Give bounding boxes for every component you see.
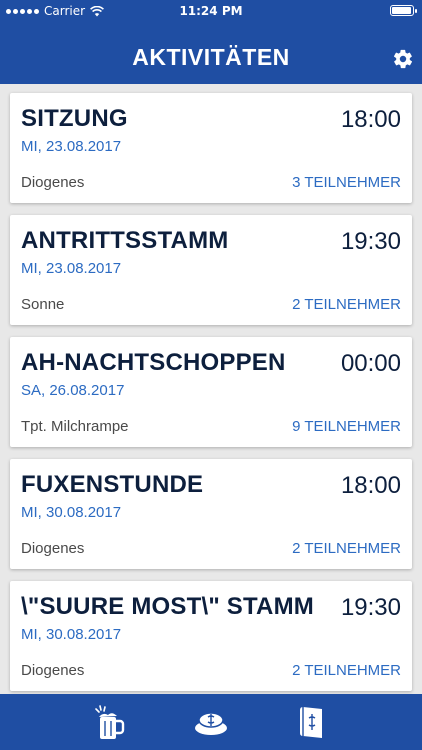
activity-time: 18:00 — [340, 472, 401, 499]
activity-card[interactable]: ANTRITTSSTAMM 19:30 MI, 23.08.2017 Sonne… — [10, 215, 412, 325]
activity-time: 19:30 — [340, 594, 401, 621]
activity-date: MI, 23.08.2017 — [21, 138, 122, 155]
activity-location: Diogenes — [21, 540, 85, 557]
activity-time: 18:00 — [340, 106, 401, 133]
activity-location: Diogenes — [21, 174, 85, 191]
student-cap-icon[interactable] — [191, 704, 231, 742]
participants-link[interactable]: 2 TEILNEHMER — [292, 540, 401, 557]
activity-date: MI, 30.08.2017 — [21, 504, 122, 521]
activity-location: Sonne — [21, 296, 65, 313]
participants-link[interactable]: 2 TEILNEHMER — [292, 296, 401, 313]
activity-time: 00:00 — [340, 350, 401, 377]
activity-name: SITZUNG — [21, 105, 128, 132]
activity-location: Diogenes — [21, 662, 85, 679]
navigation-bar: AKTIVITÄTEN — [0, 22, 422, 84]
status-bar: Carrier 11:24 PM — [0, 0, 422, 22]
battery-icon — [390, 5, 417, 16]
participants-link[interactable]: 9 TEILNEHMER — [292, 418, 401, 435]
gear-icon[interactable] — [392, 48, 414, 70]
activity-date: MI, 30.08.2017 — [21, 626, 122, 643]
activity-name: ANTRITTSSTAMM — [21, 227, 229, 254]
participants-link[interactable]: 2 TEILNEHMER — [292, 662, 401, 679]
activity-card[interactable]: \"SUURE MOST\" STAMM 19:30 MI, 30.08.201… — [10, 581, 412, 691]
activity-name: FUXENSTUNDE — [21, 471, 204, 498]
activity-card[interactable]: AH-NACHTSCHOPPEN 00:00 SA, 26.08.2017 Tp… — [10, 337, 412, 447]
activity-card[interactable]: SITZUNG 18:00 MI, 23.08.2017 Diogenes 3 … — [10, 93, 412, 203]
activity-time: 19:30 — [340, 228, 401, 255]
clock: 11:24 PM — [179, 4, 243, 18]
activity-list[interactable]: SITZUNG 18:00 MI, 23.08.2017 Diogenes 3 … — [0, 84, 422, 694]
beer-mug-icon[interactable] — [90, 704, 130, 742]
activity-date: SA, 26.08.2017 — [21, 382, 125, 399]
page-title: AKTIVITÄTEN — [132, 44, 290, 70]
activity-name: \"SUURE MOST\" STAMM — [21, 593, 314, 620]
activity-card[interactable]: FUXENSTUNDE 18:00 MI, 30.08.2017 Diogene… — [10, 459, 412, 569]
activity-location: Tpt. Milchrampe — [21, 418, 129, 435]
book-icon[interactable] — [291, 704, 331, 742]
activity-date: MI, 23.08.2017 — [21, 260, 122, 277]
participants-link[interactable]: 3 TEILNEHMER — [292, 174, 401, 191]
activity-name: AH-NACHTSCHOPPEN — [21, 349, 286, 376]
tab-bar — [0, 694, 422, 750]
